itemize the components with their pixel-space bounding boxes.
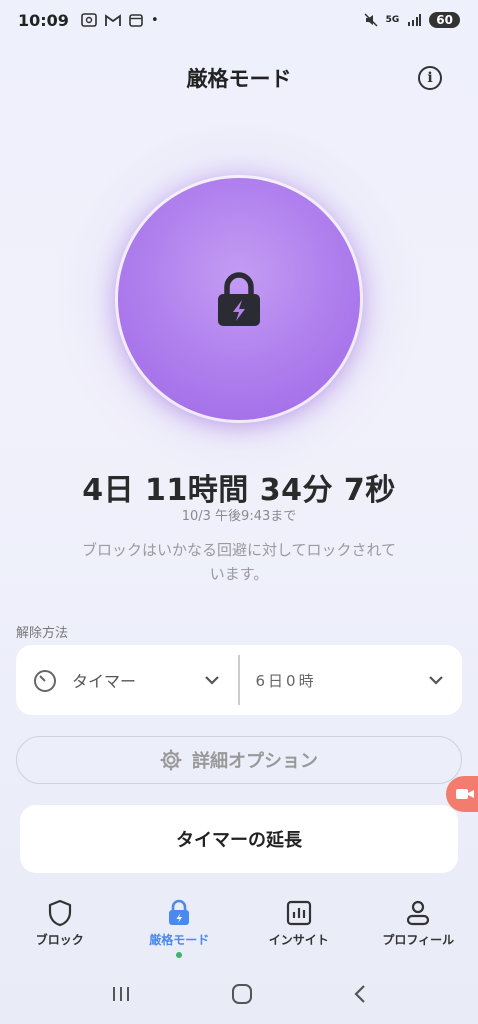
chevron-down-icon (429, 676, 443, 685)
stopwatch-icon (34, 670, 56, 692)
advanced-options-button[interactable]: 詳細オプション (16, 736, 462, 784)
screenshot-icon (81, 13, 97, 27)
info-button[interactable]: i (418, 66, 442, 90)
mute-icon (364, 13, 378, 27)
advanced-options-label: 詳細オプション (192, 751, 318, 772)
nav-item-profile[interactable]: プロフィール (359, 895, 478, 965)
active-indicator (176, 952, 183, 958)
network-label: 5G (385, 15, 400, 25)
lock-icon (169, 899, 190, 925)
gear-icon (160, 749, 182, 771)
unlock-duration-dropdown[interactable]: 6日0時 (240, 645, 463, 715)
unlock-duration-label: 6日0時 (255, 671, 317, 690)
nav-item-strict-mode[interactable]: 厳格モード (120, 895, 240, 965)
info-icon: i (427, 70, 433, 86)
recent-apps-icon[interactable] (110, 984, 132, 1004)
system-nav (0, 972, 478, 1016)
signal-icon (408, 14, 422, 26)
nav-item-label: 厳格モード (149, 933, 210, 947)
nav-item-label: ブロック (35, 933, 84, 947)
unlock-card: タイマー 6日0時 (16, 645, 462, 715)
notification-icons: • (81, 13, 159, 28)
screen-record-button[interactable] (446, 776, 478, 812)
status-bar: 10:09 • 5G 60 (0, 0, 478, 40)
calendar-icon (129, 14, 143, 27)
battery-indicator: 60 (429, 12, 460, 28)
more-dot-icon: • (150, 12, 159, 28)
gmail-icon (105, 13, 121, 26)
nav-item-label: インサイト (268, 933, 329, 947)
lock-description: ブロックはいかなる回避に対してロックされています。 (81, 541, 397, 583)
chart-icon (286, 900, 311, 926)
page-title: 厳格モード (186, 67, 292, 91)
extend-timer-button[interactable]: タイマーの延長 (20, 805, 458, 873)
shield-icon (48, 899, 71, 927)
extend-timer-label: タイマーの延長 (176, 830, 302, 851)
home-icon[interactable] (231, 983, 253, 1005)
chevron-down-icon (205, 676, 219, 685)
person-icon (407, 900, 430, 926)
nav-item-label: プロフィール (382, 933, 455, 947)
unlock-section-label: 解除方法 (16, 626, 69, 641)
remaining-time: 4日 11時間 34分 7秒 (82, 473, 396, 508)
lock-icon (218, 272, 260, 326)
unlock-method-label: タイマー (72, 672, 137, 691)
nav-item-insights[interactable]: インサイト (239, 895, 359, 965)
nav-item-block[interactable]: ブロック (0, 895, 120, 965)
status-time: 10:09 (18, 10, 69, 30)
bottom-nav: ブロック 厳格モード インサイト プロフィール (0, 895, 478, 965)
back-icon[interactable] (352, 983, 368, 1005)
header: 厳格モード i (0, 58, 478, 98)
lock-circle (118, 178, 360, 420)
until-time: 10/3 午後9:43まで (181, 509, 297, 524)
video-camera-icon (456, 789, 474, 799)
system-icons: 5G 60 (364, 12, 460, 28)
unlock-method-dropdown[interactable]: タイマー (16, 645, 238, 715)
